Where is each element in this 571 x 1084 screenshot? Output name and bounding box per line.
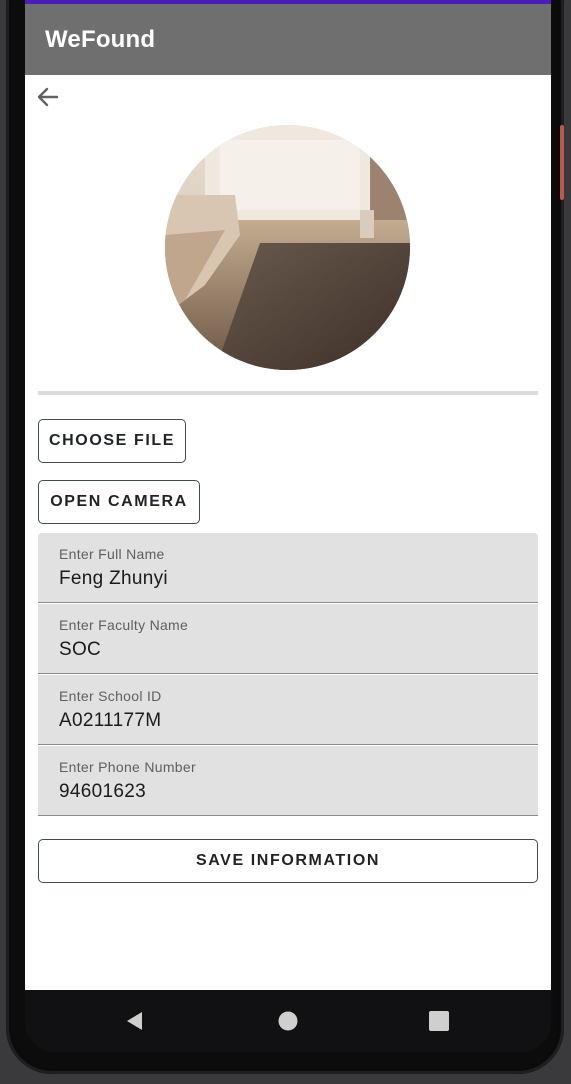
faculty-name-field[interactable]: Enter Faculty Name SOC [38,604,538,674]
field-label: Enter Faculty Name [59,617,189,633]
choose-file-button[interactable]: CHOOSE FILE [38,419,186,463]
power-button [560,125,564,200]
nav-recents-icon[interactable] [426,1008,452,1034]
app-screen: WeFound CHOOSE FILE OPEN CAMERA Enter Fu… [25,0,551,990]
field-value[interactable]: A0211177M [59,710,161,732]
field-label: Enter School ID [59,688,162,704]
profile-photo [165,125,410,370]
field-value[interactable]: Feng Zhunyi [59,568,168,590]
nav-home-icon[interactable] [275,1008,301,1034]
app-title: WeFound [45,26,156,53]
field-label: Enter Full Name [59,546,165,562]
field-label: Enter Phone Number [59,759,196,775]
back-arrow-icon[interactable] [35,84,61,110]
field-value[interactable]: 94601623 [59,781,146,803]
divider [38,391,538,395]
open-camera-button[interactable]: OPEN CAMERA [38,480,200,524]
app-bar: WeFound [25,4,551,75]
phone-number-field[interactable]: Enter Phone Number 94601623 [38,746,538,816]
system-nav-bar [25,990,551,1052]
school-id-field[interactable]: Enter School ID A0211177M [38,675,538,745]
full-name-field[interactable]: Enter Full Name Feng Zhunyi [38,533,538,603]
nav-back-icon[interactable] [122,1008,148,1034]
save-information-button[interactable]: SAVE INFORMATION [38,839,538,883]
field-value[interactable]: SOC [59,639,101,661]
